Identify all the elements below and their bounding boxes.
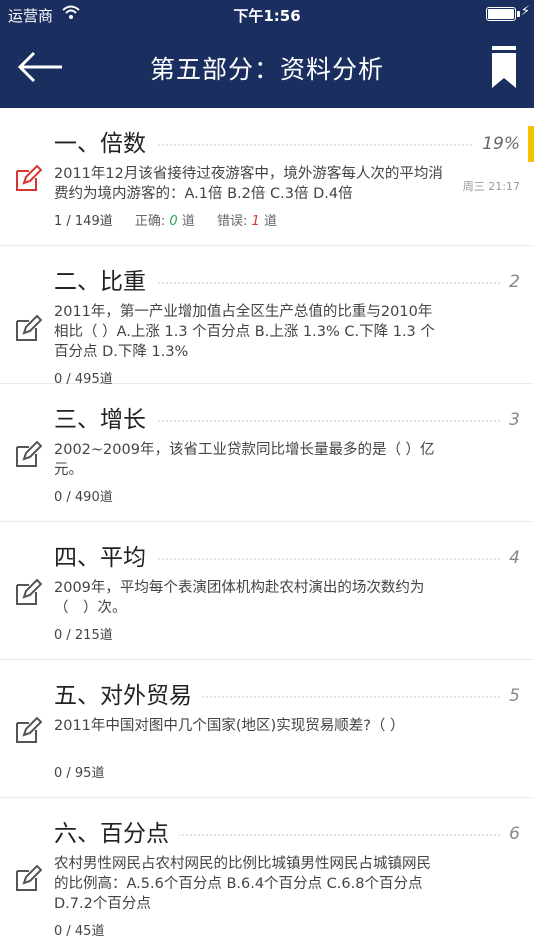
charging-icon: ⚡ [520,4,530,19]
wrong-stat: 错误: 1 道 [217,214,277,229]
section-title: 一、倍数 [54,128,156,160]
wrong-count: 1 [251,214,260,229]
section-head: 五、对外贸易 5 [54,680,520,712]
edit-icon[interactable] [14,440,42,468]
last-practice-date: 周三 21:17 [462,180,520,193]
page-title: 第五部分：资料分析 [149,55,384,84]
wrong-unit: 道 [263,214,277,229]
correct-label: 正确: [134,214,166,229]
section-stats: 0 / 95道 [54,762,122,781]
edit-icon[interactable] [14,864,42,892]
question-preview: 2009年，平均每个表演团体机构赴农村演出的场次数约为（ ）次。 [54,580,425,616]
progress-count: 0 / 95道 [54,766,105,781]
progress-count: 0 / 45道 [54,924,105,939]
section-head: 六、百分点 6 [54,818,520,850]
section-title: 五、对外贸易 [54,680,202,712]
section-stats: 0 / 490道 [54,486,131,505]
section-head: 一、倍数 19% [54,128,520,160]
correct-stat: 正确: 0 道 [135,214,195,229]
question-preview: 2011年12月该省接待过夜游客中，境外游客每人次的平均消费约为境内游客的：A.… [54,166,443,202]
question-preview: 2002~2009年，该省工业贷款同比增长量最多的是（ ）亿元。 [54,442,435,478]
section-head: 二、比重 2 [54,266,520,298]
edit-icon[interactable] [14,716,42,744]
wrong-label: 错误: [216,214,248,229]
section-head: 四、平均 4 [54,542,520,574]
section-item-pingjun[interactable]: 四、平均 4 2009年，平均每个表演团体机构赴农村演出的场次数约为（ ）次。 … [0,522,534,660]
section-head: 三、增长 3 [54,404,520,436]
progress-count: 0 / 490道 [54,490,113,505]
correct-unit: 道 [181,214,195,229]
section-number: 4 [501,542,520,574]
section-item-zengzhang[interactable]: 三、增长 3 2002~2009年，该省工业贷款同比增长量最多的是（ ）亿元。 … [0,384,534,522]
battery-icon [486,7,520,21]
section-number: 2 [501,266,520,298]
section-number: 5 [501,680,520,712]
nav-header: 运营商 下午1:56 ⚡ 第五部分：资料分析 [0,0,534,108]
section-progress-percent: 19% [474,128,520,160]
section-number: 6 [501,818,520,850]
section-stats: 1 / 149道 正确: 0 道 错误: 1 道 [54,210,295,229]
section-item-duiwai-maoyi[interactable]: 五、对外贸易 5 2011年中国对图中几个国家(地区)实现贸易顺差?（ ） 0 … [0,660,534,798]
question-preview: 2011年中国对图中几个国家(地区)实现贸易顺差?（ ） [54,718,405,734]
question-preview: 农村男性网民占农村网民的比例比城镇男性网民占城镇网民的比例高：A.5.6个百分点… [54,856,431,912]
section-title: 四、平均 [54,542,156,574]
question-preview: 2011年，第一产业增加值占全区生产总值的比重与2010年相比（ ）A.上涨 1… [54,304,435,360]
section-stats: 0 / 45道 [54,920,122,939]
section-number: 3 [501,404,520,436]
section-item-beishu[interactable]: 一、倍数 19% 2011年12月该省接待过夜游客中，境外游客每人次的平均消费约… [0,108,534,246]
edit-icon[interactable] [14,314,42,342]
edit-icon[interactable] [14,164,42,192]
current-indicator [528,126,534,162]
status-bar: 运营商 下午1:56 ⚡ [0,0,534,28]
section-title: 六、百分点 [54,818,179,850]
progress-count: 1 / 149道 [54,214,113,229]
edit-icon[interactable] [14,578,42,606]
section-stats: 0 / 215道 [54,624,131,643]
status-time: 下午1:56 [233,7,301,25]
section-item-bizhong[interactable]: 二、比重 2 2011年，第一产业增加值占全区生产总值的比重与2010年相比（ … [0,246,534,387]
progress-count: 0 / 215道 [54,628,113,643]
correct-count: 0 [169,214,178,229]
section-list: 一、倍数 19% 2011年12月该省接待过夜游客中，境外游客每人次的平均消费约… [0,108,534,939]
section-title: 二、比重 [54,266,156,298]
bookmark-button[interactable] [492,46,516,88]
section-item-baifendian[interactable]: 六、百分点 6 农村男性网民占农村网民的比例比城镇男性网民占城镇网民的比例高：A… [0,798,534,939]
section-title: 三、增长 [54,404,156,436]
